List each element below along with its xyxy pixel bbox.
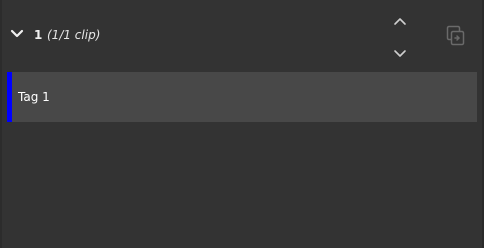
copy-icon[interactable]: [445, 24, 465, 46]
tag-row[interactable]: Tag 1: [7, 72, 477, 122]
tag-group-panel: 1 (1/1 clip) Tag 1: [2, 0, 482, 248]
chevron-down-icon[interactable]: [392, 45, 408, 57]
clip-count: (1/1 clip): [47, 28, 101, 42]
group-number: 1: [34, 28, 43, 42]
tag-group-header: 1 (1/1 clip): [2, 0, 482, 70]
chevron-up-icon[interactable]: [392, 12, 408, 25]
chevron-down-icon[interactable]: [10, 28, 24, 40]
tag-label: Tag 1: [18, 90, 50, 104]
tag-color-marker: [7, 72, 12, 122]
